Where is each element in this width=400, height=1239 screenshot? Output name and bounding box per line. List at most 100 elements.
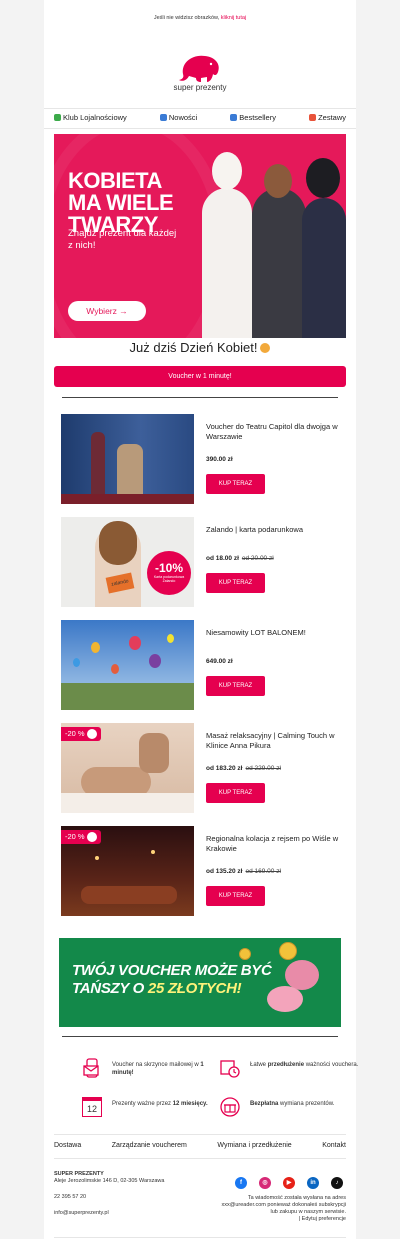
company-address: Aleje Jerozolimskie 146 D, 02-305 Warsza… <box>54 1178 165 1184</box>
zalando-image[interactable]: zalando -10% Karta podarunkowa Zalando <box>61 517 194 607</box>
company-phone[interactable]: 22 395 57 20 <box>54 1194 164 1201</box>
calendar-icon: 12 <box>82 1097 102 1117</box>
product-card: -20 % Masaż relaksacyjny | Calming Touch… <box>61 723 341 815</box>
divider <box>44 128 356 129</box>
promo-line-2a: TAŃSZY O <box>72 980 148 997</box>
nav-label: Zestawy <box>318 113 346 122</box>
top-note-text: Jeśli nie widzisz obrazków, <box>153 15 220 21</box>
product-title[interactable]: Zalando | karta podarunkowa <box>206 525 341 535</box>
footer-link-delivery[interactable]: Dostawa <box>54 1142 81 1149</box>
tiktok-icon[interactable]: ♪ <box>331 1177 343 1189</box>
product-price: od 18.00 zł od 20.00 zł <box>206 555 274 562</box>
feature-text: Prezenty ważne przez 12 miesięcy. <box>112 1100 222 1108</box>
buy-now-button[interactable]: KUP TERAZ <box>206 783 265 803</box>
discount-badge-text: -20 % <box>65 729 85 738</box>
theatre-image[interactable] <box>61 414 194 504</box>
feature-text: Bezpłatna wymiana prezentów. <box>250 1100 360 1108</box>
balloon-image[interactable] <box>61 620 194 710</box>
divider <box>62 1036 338 1037</box>
voucher-cta-button[interactable]: Voucher w 1 minutę! <box>54 366 346 387</box>
company-name: SUPER PREZENTY <box>54 1171 104 1177</box>
logo-text: super prezenty <box>173 83 227 92</box>
legal-line: xxx@ureader.com ponieważ dokonałeś subsk… <box>221 1202 346 1208</box>
feature-text-bold: przedłużenie <box>267 1062 305 1068</box>
towel-head <box>212 152 242 190</box>
woman-face <box>264 164 292 198</box>
buy-now-button[interactable]: KUP TERAZ <box>206 474 265 494</box>
youtube-icon[interactable]: ▶ <box>283 1177 295 1189</box>
helmet <box>306 158 340 198</box>
hero-choose-button[interactable]: Wybierz → <box>68 301 146 321</box>
product-title[interactable]: Regionalna kolacja z rejsem po Wiśle w K… <box>206 834 341 854</box>
feature-text-post: wymiana prezentów. <box>278 1101 335 1107</box>
social-links: f ◎ ▶ in ♪ <box>235 1177 343 1189</box>
top-icon <box>230 114 238 121</box>
elephant-badge-icon <box>86 729 97 739</box>
email-container: Jeśli nie widzisz obrazków, kliknij tuta… <box>44 0 358 1239</box>
promo-line-2: TAŃSZY O 25 ZŁOTYCH! <box>72 980 272 998</box>
top-note: Jeśli nie widzisz obrazków, kliknij tuta… <box>44 15 356 21</box>
price-old: od 169.00 zł <box>245 868 281 875</box>
buy-now-button[interactable]: KUP TERAZ <box>206 676 265 696</box>
product-card: Niesamowity LOT BALONEM! 649.00 zł KUP T… <box>61 620 341 712</box>
feature-text: Łatwe przedłużenie ważności vouchera. <box>250 1061 360 1069</box>
woman-bathrobe-image <box>202 188 252 338</box>
divider <box>44 108 356 109</box>
view-online-link[interactable]: kliknij tutaj <box>221 15 246 21</box>
nav-item-loyalty[interactable]: Klub Lojalnościowy <box>54 113 127 122</box>
footer-link-exchange[interactable]: Wymiana i przedłużenie <box>217 1142 291 1149</box>
heading-text: Już dziś Dzień Kobiet! <box>129 340 258 355</box>
legal-note: Ta wiadomość została wysłana na adres xx… <box>194 1195 346 1223</box>
divider <box>54 1134 346 1135</box>
legal-line: Ta wiadomość została wysłana na adres <box>247 1195 346 1201</box>
money-icon <box>54 114 61 121</box>
buy-now-button[interactable]: KUP TERAZ <box>206 573 265 593</box>
product-title[interactable]: Niesamowity LOT BALONEM! <box>206 628 341 638</box>
new-icon <box>159 114 167 121</box>
price-current: od 135.20 zł <box>206 868 243 875</box>
company-email[interactable]: info@superprezenty.pl <box>54 1210 164 1217</box>
facebook-icon[interactable]: f <box>235 1177 247 1189</box>
product-price: od 183.20 zł od 229.00 zł <box>206 765 281 772</box>
coin-icon <box>279 942 297 960</box>
nav-item-bestsellers[interactable]: Bestsellery <box>230 113 276 122</box>
footer-link-voucher-management[interactable]: Zarządzanie voucherem <box>112 1142 187 1149</box>
nav-item-new[interactable]: Nowości <box>159 113 197 122</box>
feature-text-bold: 12 miesięcy. <box>172 1101 208 1107</box>
product-title[interactable]: Voucher do Teatru Capitol dla dwojga w W… <box>206 422 341 442</box>
piggy-bank-icon <box>267 986 303 1012</box>
nav-item-sets[interactable]: Zestawy <box>309 113 346 122</box>
woman-suit-image <box>252 188 306 338</box>
feature-text-pre: Prezenty ważne przez <box>112 1101 173 1107</box>
instagram-icon[interactable]: ◎ <box>259 1177 271 1189</box>
elephant-mascot-icon <box>285 960 319 990</box>
feature-text-pre: Łatwe <box>250 1062 268 1068</box>
discount-badge: -20 % <box>61 727 101 741</box>
promo-banner[interactable]: TWÓJ VOUCHER MOŻE BYĆ TAŃSZY O 25 ZŁOTYC… <box>59 938 341 1027</box>
gift-exchange-icon <box>220 1097 240 1117</box>
footer-link-contact[interactable]: Kontakt <box>322 1142 346 1149</box>
massage-image[interactable]: -20 % <box>61 723 194 813</box>
flower-icon <box>260 343 271 353</box>
footer-nav: Dostawa Zarządzanie voucherem Wymiana i … <box>54 1142 346 1149</box>
product-title[interactable]: Masaż relaksacyjny | Calming Touch w Kli… <box>206 731 341 751</box>
price-current: 390.00 zł <box>206 456 233 463</box>
linkedin-icon[interactable]: in <box>307 1177 319 1189</box>
price-old: od 229.00 zł <box>245 765 281 772</box>
edit-preferences-link[interactable]: | Edytuj preferencje <box>194 1216 346 1223</box>
footer-company-info: SUPER PREZENTY Aleje Jerozolimskie 146 D… <box>54 1171 164 1217</box>
product-card: -20 % Regionalna kolacja z rejsem po Wiś… <box>61 826 341 918</box>
feature-text: Voucher na skrzynce mailowej w 1 minutę! <box>112 1061 222 1077</box>
buy-now-button[interactable]: KUP TERAZ <box>206 886 265 906</box>
product-price: 390.00 zł <box>206 456 233 463</box>
dinner-image[interactable]: -20 % <box>61 826 194 916</box>
feature-text-post: ważności vouchera. <box>304 1062 359 1068</box>
discount-note: Karta podarunkowa Zalando <box>153 575 185 583</box>
product-card: Voucher do Teatru Capitol dla dwojga w W… <box>61 414 341 506</box>
hero-banner[interactable]: KOBIETA MA WIELE TWARZY Znajdź prezent d… <box>54 134 346 338</box>
legal-line: lub zakupu w naszym serwisie. <box>270 1209 346 1215</box>
product-price: od 135.20 zł od 169.00 zł <box>206 868 281 875</box>
discount-value: -10% <box>154 561 183 575</box>
discount-circle: -10% Karta podarunkowa Zalando <box>147 551 191 595</box>
elephant-badge-icon <box>86 832 97 842</box>
